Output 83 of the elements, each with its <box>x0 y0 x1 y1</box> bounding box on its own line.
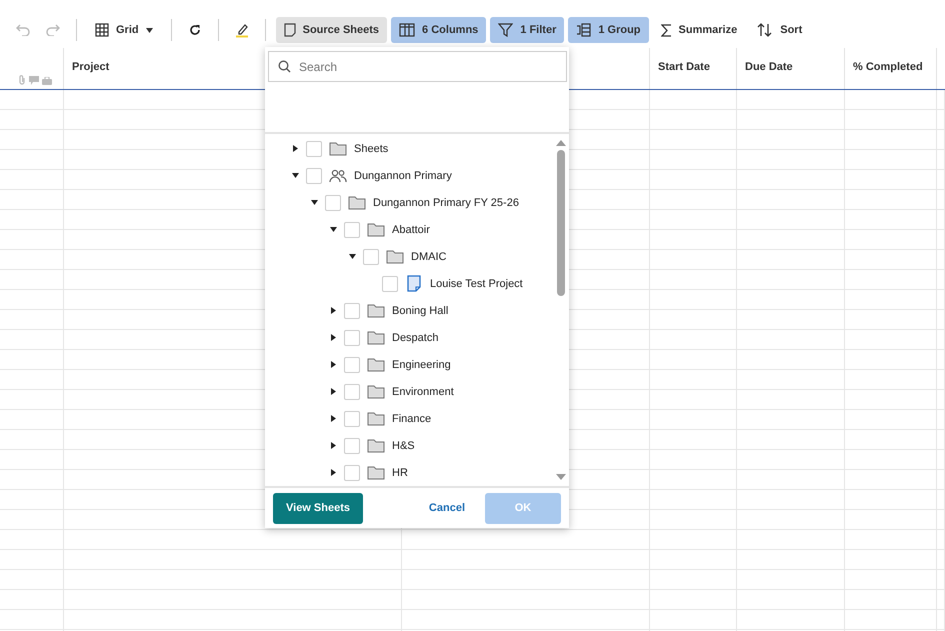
expand-arrow-icon[interactable] <box>330 334 336 341</box>
tree-item-label[interactable]: Finance <box>392 412 432 424</box>
expand-arrow-icon[interactable] <box>330 442 336 449</box>
checkbox[interactable] <box>325 194 341 210</box>
scrollbar-thumb[interactable] <box>557 150 565 296</box>
folder-icon <box>367 466 385 480</box>
collapse-arrow-icon[interactable] <box>292 173 298 178</box>
redo-icon <box>46 24 60 36</box>
expand-arrow-icon[interactable] <box>330 307 336 314</box>
columns-icon <box>399 23 416 37</box>
checkbox[interactable] <box>306 168 322 184</box>
folder-icon <box>367 384 385 398</box>
refresh-icon <box>188 24 201 36</box>
view-dropdown[interactable]: Grid <box>87 17 161 43</box>
expand-arrow-icon[interactable] <box>292 145 298 152</box>
scroll-up-icon <box>556 140 566 146</box>
attachment-icon <box>18 75 26 85</box>
sheet-icon <box>284 23 296 37</box>
folder-icon <box>367 222 385 236</box>
folder-icon <box>367 438 385 452</box>
folder-icon <box>367 330 385 344</box>
folder-icon <box>367 304 385 318</box>
tree-item-label[interactable]: Engineering <box>392 358 451 370</box>
checkbox[interactable] <box>382 276 398 292</box>
source-button[interactable]: Source Sheets <box>276 17 388 43</box>
view-sheets-button[interactable]: View Sheets <box>273 492 363 524</box>
sort-button[interactable]: Sort <box>749 17 810 43</box>
checkbox[interactable] <box>344 438 360 454</box>
search-field[interactable]: Search <box>268 51 567 82</box>
search-icon <box>278 60 291 73</box>
folder-icon <box>386 250 404 264</box>
cancel-button[interactable]: Cancel <box>414 502 479 514</box>
tree-item-label[interactable]: Despatch <box>392 332 438 344</box>
tree-item-label[interactable]: Dungannon Primary FY 25-26 <box>373 196 519 208</box>
tree-item-label[interactable]: Environment <box>392 386 454 398</box>
checkbox[interactable] <box>344 356 360 372</box>
checkbox[interactable] <box>344 464 360 480</box>
highlighter-icon <box>234 22 249 38</box>
checkbox[interactable] <box>344 222 360 238</box>
checkbox[interactable] <box>344 410 360 426</box>
scroll-down-icon <box>556 474 566 480</box>
checkbox[interactable] <box>344 330 360 346</box>
expand-arrow-icon[interactable] <box>330 415 336 422</box>
sheet-icon <box>407 275 421 292</box>
collapse-arrow-icon[interactable] <box>310 200 318 205</box>
filter-button[interactable]: 1 Filter <box>490 17 564 43</box>
caret-icon <box>146 28 153 32</box>
folder-icon <box>367 412 385 426</box>
sort-icon <box>757 23 774 37</box>
expand-arrow-icon[interactable] <box>330 469 336 476</box>
tree-item-label[interactable]: Dungannon Primary <box>354 170 452 182</box>
folder-icon <box>348 196 366 210</box>
comment-icon <box>29 76 39 85</box>
tree-item-label[interactable]: H&S <box>392 440 415 452</box>
undo-icon <box>16 24 30 36</box>
grid-icon <box>95 23 109 37</box>
tree-item-label[interactable]: Louise Test Project <box>430 278 523 290</box>
checkbox[interactable] <box>344 302 360 318</box>
column-header: Start Date <box>650 48 737 89</box>
checkbox[interactable] <box>344 384 360 400</box>
column-header: % Completed <box>845 48 937 89</box>
expand-arrow-icon[interactable] <box>330 361 336 368</box>
checkbox[interactable] <box>363 248 379 264</box>
people-icon <box>329 168 347 182</box>
expand-arrow-icon[interactable] <box>330 388 336 395</box>
columns-button[interactable]: 6 Columns <box>391 17 486 43</box>
tree-item-label[interactable]: Boning Hall <box>392 304 448 316</box>
tree-item-label[interactable]: DMAIC <box>411 250 446 262</box>
folder-icon <box>367 358 385 372</box>
tree-item-label[interactable]: Abattoir <box>392 224 430 236</box>
group-icon <box>576 23 592 37</box>
folder-icon <box>329 142 347 156</box>
summarize-button[interactable]: Summarize <box>652 17 746 43</box>
collapse-arrow-icon[interactable] <box>330 227 336 232</box>
collapse-arrow-icon[interactable] <box>348 254 356 259</box>
tree-item-label[interactable]: Sheets <box>354 142 388 154</box>
column-header: Due Date <box>737 48 845 89</box>
checkbox[interactable] <box>306 140 322 156</box>
sigma-icon <box>660 24 672 36</box>
filter-icon <box>498 23 514 37</box>
group-button[interactable]: 1 Group <box>568 17 649 43</box>
briefcase-icon <box>42 77 52 85</box>
tree-item-label[interactable]: HR <box>392 466 408 478</box>
